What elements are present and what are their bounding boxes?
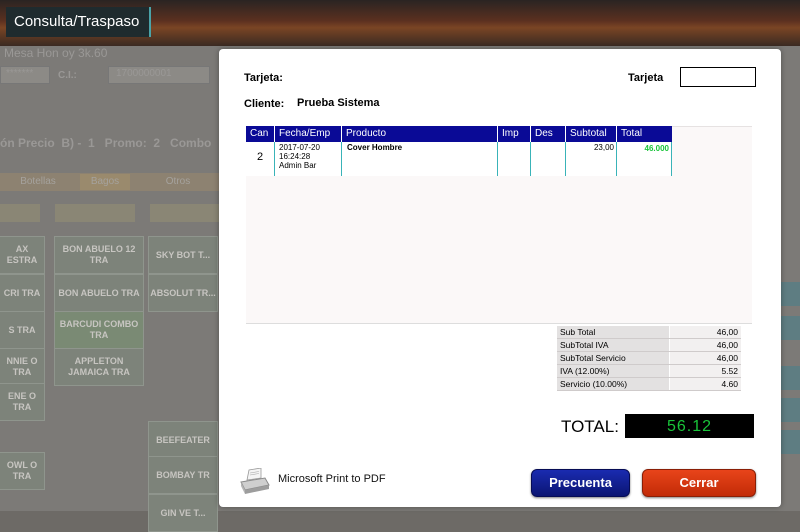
title-bar: Consulta/Traspaso	[0, 0, 800, 46]
tarjeta-label: Tarjeta:	[244, 72, 283, 84]
summary-row: SubTotal IVA 46,00	[557, 339, 741, 352]
table-row[interactable]: 2	[246, 142, 275, 176]
bg-tile: BEEFEATER	[148, 421, 218, 459]
bg-tile: BARCUDI COMBO TRA	[54, 311, 144, 349]
table-cell	[498, 142, 531, 176]
table-separator	[246, 323, 752, 324]
col-header-fecha: Fecha/Emp	[275, 126, 342, 142]
printer-name[interactable]: Microsoft Print to PDF	[278, 473, 386, 485]
total-label: TOTAL:	[561, 417, 619, 436]
cerrar-button[interactable]: Cerrar	[642, 469, 756, 497]
table-cell: 23,00	[566, 142, 617, 176]
bg-band	[0, 204, 40, 222]
cell-producto: Cover Hombre	[347, 143, 403, 152]
bg-table-line: Mesa Hon oy 3k.60	[4, 46, 108, 60]
tarjeta-input[interactable]	[680, 67, 756, 87]
col-header-can: Can	[246, 126, 275, 142]
bg-price-line: ón Precio B) - 1 Promo: 2 Combo	[0, 136, 212, 150]
bg-tile: SKY BOT T...	[148, 236, 218, 274]
cell-fecha: 2017-07-20	[279, 143, 320, 152]
table-cell: 2017-07-20 16:24:28 Admin Bar	[275, 142, 342, 176]
col-header-des: Des	[531, 126, 566, 142]
total-display: 56.12	[625, 414, 754, 438]
cell-can: 2	[257, 151, 264, 163]
precuenta-button[interactable]: Precuenta	[531, 469, 630, 497]
bg-tile: ENE O TRA	[0, 383, 45, 421]
col-header-total: Total	[621, 128, 643, 139]
summary-row: SubTotal Servicio 46,00	[557, 352, 741, 365]
table-cell: Cover Hombre	[342, 142, 498, 176]
bg-tile: CRI TRA	[0, 274, 45, 312]
bg-band	[55, 204, 135, 222]
bg-band	[150, 204, 219, 222]
bg-right-strip	[780, 316, 800, 340]
bg-masked-id: *******	[6, 68, 34, 79]
consulta-dialog: Tarjeta: Tarjeta Cliente: Prueba Sistema…	[219, 49, 781, 507]
tarjeta-right-label: Tarjeta	[628, 72, 664, 84]
cliente-label: Cliente:	[244, 98, 285, 110]
bg-right-strip	[780, 398, 800, 422]
bg-ci-label: C.I.:	[58, 70, 77, 81]
bg-tab-bagos: Bagos	[80, 174, 130, 190]
printer-icon[interactable]	[235, 468, 271, 494]
col-header-subtotal: Subtotal	[566, 126, 617, 142]
bg-tile: APPLETON JAMAICA TRA	[54, 348, 144, 386]
cell-total: 46.000	[644, 144, 669, 153]
summary-row: Sub Total 46,00	[557, 326, 741, 339]
bg-tile: OWL O TRA	[0, 452, 45, 490]
bg-right-strip	[780, 366, 800, 390]
bg-right-strip	[780, 282, 800, 306]
bg-tile: ABSOLUT TR...	[148, 274, 218, 312]
bg-tile: GIN VE T...	[148, 494, 218, 532]
bg-tile: BON ABUELO TRA	[54, 274, 144, 312]
cell-emp: Admin Bar	[279, 161, 317, 170]
bg-tile: BOMBAY TR	[148, 456, 218, 494]
table-cell: 46.000	[617, 142, 672, 176]
cell-subtotal: 23,00	[593, 143, 614, 152]
bg-tab-otros: Otros	[165, 176, 191, 187]
summary-row: Servicio (10.00%) 4.60	[557, 378, 741, 391]
bg-tile: S TRA	[0, 311, 45, 349]
bg-tile: BON ABUELO 12 TRA	[54, 236, 144, 274]
summary-row: IVA (12.00%) 5.52	[557, 365, 741, 378]
table-cell	[531, 142, 566, 176]
summary-table: Sub Total 46,00 SubTotal IVA 46,00 SubTo…	[557, 326, 741, 391]
cell-hora: 16:24:28	[279, 152, 311, 161]
app-title: Consulta/Traspaso	[6, 7, 152, 37]
bg-tile: NNIE O TRA	[0, 348, 45, 386]
bg-ci-value: 1700000001	[116, 68, 172, 79]
bg-tile: AX ESTRA	[0, 236, 45, 274]
col-header-producto: Producto	[342, 126, 498, 142]
bg-tab-botellas: Botellas	[20, 176, 56, 187]
col-header-imp: Imp	[498, 126, 531, 142]
table-header: Can Fecha/Emp Producto Imp Des Subtotal …	[246, 126, 672, 142]
bg-right-strip	[780, 430, 800, 454]
cliente-value: Prueba Sistema	[297, 97, 380, 109]
